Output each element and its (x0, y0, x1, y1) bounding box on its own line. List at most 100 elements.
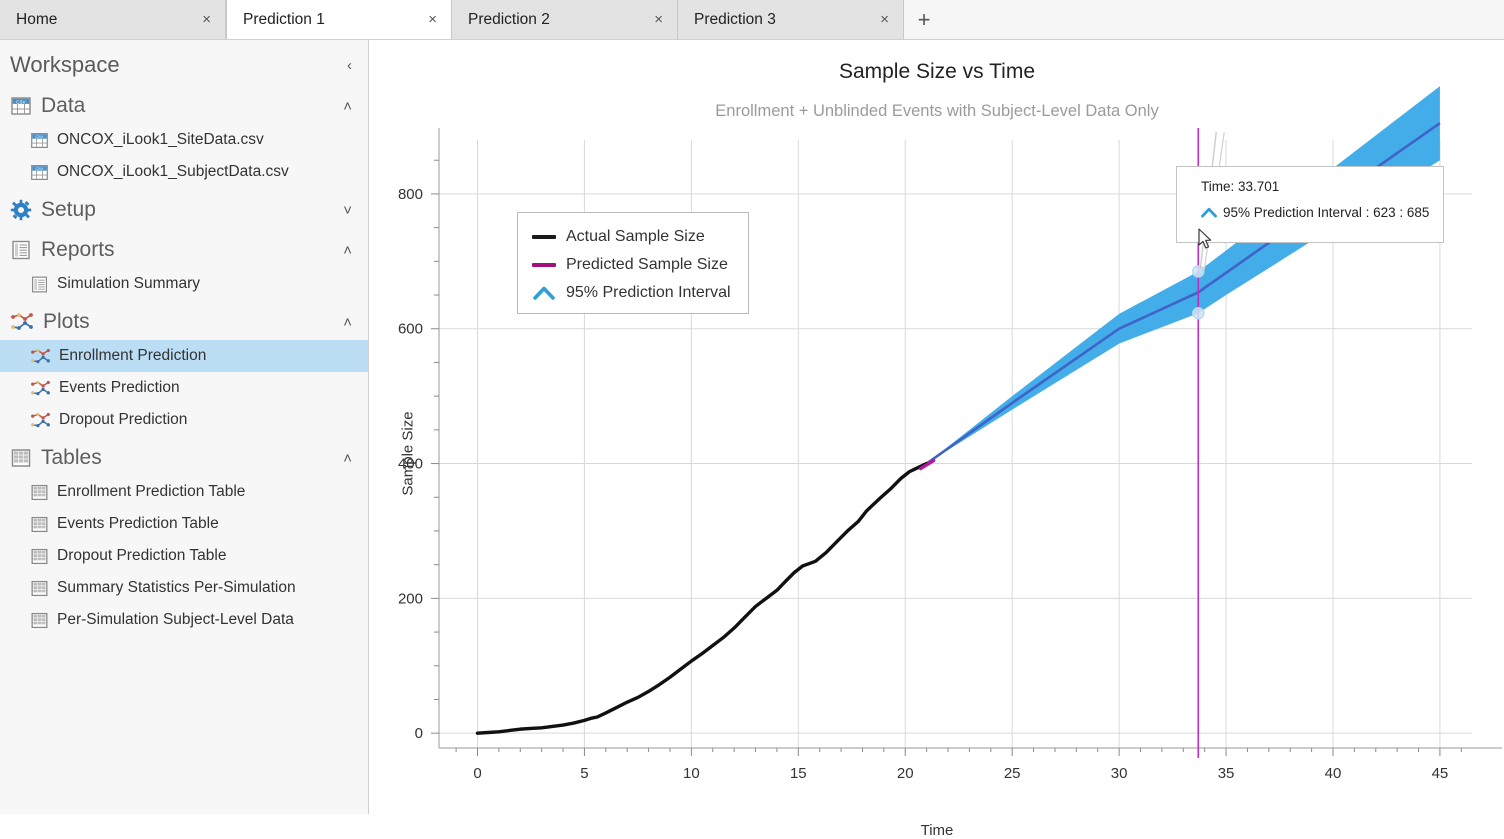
sidebar-item-label: Per-Simulation Subject-Level Data (57, 611, 294, 629)
tab-label: Prediction 2 (468, 11, 550, 29)
chevron-down-icon[interactable]: ˅ (343, 203, 352, 218)
plot-icon (30, 347, 51, 366)
sidebar-group-plots[interactable]: Plots ˄ (0, 304, 368, 340)
sidebar-item-summary-statistics-per-simulation[interactable]: Summary Statistics Per-Simulation (0, 572, 368, 604)
plot-icon (10, 311, 34, 333)
legend-label: Predicted Sample Size (566, 256, 728, 274)
chevron-up-icon[interactable]: ˄ (343, 315, 352, 330)
svg-text:15: 15 (790, 765, 807, 782)
workspace-title: Workspace (10, 52, 120, 78)
sidebar-item-simulation-summary[interactable]: Simulation Summary (0, 268, 368, 300)
table-icon (30, 579, 49, 598)
close-icon[interactable]: × (880, 12, 889, 27)
gear-icon (10, 199, 32, 221)
svg-text:0: 0 (473, 765, 481, 782)
tab-home[interactable]: Home × (0, 0, 226, 39)
legend-item-actual: Actual Sample Size (532, 223, 736, 251)
sidebar-item-label: Events Prediction Table (57, 515, 219, 533)
collapse-sidebar-icon[interactable]: ‹ (347, 58, 352, 73)
table-icon (30, 547, 49, 566)
table-icon (30, 515, 49, 534)
csv-icon: CSV (30, 131, 49, 150)
chevron-up-icon[interactable]: ˄ (343, 451, 352, 466)
table-icon (30, 483, 49, 502)
caret-up-icon (532, 286, 556, 300)
tab-label: Home (16, 11, 57, 29)
sidebar-item-dropout-prediction-table[interactable]: Dropout Prediction Table (0, 540, 368, 572)
legend-label: Actual Sample Size (566, 228, 705, 246)
sidebar-group-label: Plots (43, 310, 90, 334)
tab-prediction-1[interactable]: Prediction 1 × (226, 0, 452, 39)
sidebar-item-per-simulation-subject-level-data[interactable]: Per-Simulation Subject-Level Data (0, 604, 368, 636)
table-icon (30, 611, 49, 630)
workspace-header: Workspace ‹ (0, 40, 368, 88)
chevron-up-icon[interactable]: ˄ (343, 243, 352, 258)
sidebar-item-events-prediction-table[interactable]: Events Prediction Table (0, 508, 368, 540)
chart-plot[interactable]: 0510152025303540450200400600800 (370, 40, 1504, 814)
svg-text:30: 30 (1111, 765, 1128, 782)
sidebar-item-label: ONCOX_iLook1_SubjectData.csv (57, 163, 289, 181)
tab-prediction-2[interactable]: Prediction 2 × (452, 0, 678, 39)
csv-icon: CSV (10, 95, 32, 117)
tab-prediction-3[interactable]: Prediction 3 × (678, 0, 904, 39)
x-axis-label: Time (370, 822, 1504, 839)
sidebar-item-dropout-prediction[interactable]: Dropout Prediction (0, 404, 368, 436)
legend-item-interval: 95% Prediction Interval (532, 279, 736, 307)
y-axis-label: Sample Size (400, 394, 417, 514)
report-icon (10, 239, 32, 261)
sidebar-item-label: Summary Statistics Per-Simulation (57, 579, 296, 597)
svg-text:45: 45 (1432, 765, 1449, 782)
sidebar-item-subjectdata-csv[interactable]: CSV ONCOX_iLook1_SubjectData.csv (0, 156, 368, 188)
svg-text:CSV: CSV (35, 134, 44, 139)
csv-icon: CSV (30, 163, 49, 182)
chart-tooltip: Time: 33.701 95% Prediction Interval : 6… (1176, 166, 1444, 243)
svg-text:200: 200 (398, 590, 423, 607)
chart-panel: Sample Size vs Time Enrollment + Unblind… (370, 40, 1504, 814)
sidebar-item-label: Enrollment Prediction Table (57, 483, 245, 501)
sidebar-item-label: Dropout Prediction Table (57, 547, 226, 565)
chevron-up-icon[interactable]: ˄ (343, 99, 352, 114)
sidebar-group-label: Reports (41, 238, 115, 262)
legend-label: 95% Prediction Interval (566, 284, 731, 302)
svg-text:5: 5 (580, 765, 588, 782)
sidebar-item-events-prediction[interactable]: Events Prediction (0, 372, 368, 404)
svg-text:CSV: CSV (16, 99, 26, 104)
tooltip-interval-text: 95% Prediction Interval : 623 : 685 (1223, 205, 1429, 220)
plot-icon (30, 379, 51, 398)
tooltip-time: Time: 33.701 (1201, 179, 1443, 194)
sidebar-item-label: Events Prediction (59, 379, 180, 397)
sidebar-item-label: ONCOX_iLook1_SiteData.csv (57, 131, 264, 149)
sidebar-group-label: Data (41, 94, 85, 118)
sidebar-group-data[interactable]: CSV Data ˄ (0, 88, 368, 124)
legend-swatch-line (532, 235, 556, 239)
svg-text:40: 40 (1325, 765, 1342, 782)
tooltip-interval-row: 95% Prediction Interval : 623 : 685 (1201, 205, 1443, 220)
svg-text:10: 10 (683, 765, 700, 782)
svg-text:CSV: CSV (35, 166, 44, 171)
tab-bar: Home × Prediction 1 × Prediction 2 × Pre… (0, 0, 1504, 40)
sidebar-group-setup[interactable]: Setup ˅ (0, 192, 368, 228)
sidebar-item-enrollment-prediction-table[interactable]: Enrollment Prediction Table (0, 476, 368, 508)
close-icon[interactable]: × (428, 12, 437, 27)
workspace-sidebar: Workspace ‹ CSV Data ˄ C (0, 40, 369, 814)
table-icon (10, 447, 32, 469)
plot-icon (30, 411, 51, 430)
legend-swatch-line (532, 263, 556, 267)
sidebar-group-tables[interactable]: Tables ˄ (0, 440, 368, 476)
caret-up-icon (1201, 207, 1217, 218)
sidebar-item-label: Simulation Summary (57, 275, 200, 293)
close-icon[interactable]: × (202, 12, 211, 27)
sidebar-item-sitedata-csv[interactable]: CSV ONCOX_iLook1_SiteData.csv (0, 124, 368, 156)
sidebar-item-label: Dropout Prediction (59, 411, 187, 429)
close-icon[interactable]: × (654, 12, 663, 27)
svg-text:800: 800 (398, 186, 423, 203)
report-icon (30, 275, 49, 294)
legend-item-predicted: Predicted Sample Size (532, 251, 736, 279)
new-tab-button[interactable]: + (904, 0, 944, 39)
sidebar-item-enrollment-prediction[interactable]: Enrollment Prediction (0, 340, 368, 372)
tab-label: Prediction 1 (243, 11, 325, 29)
sidebar-group-reports[interactable]: Reports ˄ (0, 232, 368, 268)
chart-legend: Actual Sample Size Predicted Sample Size… (517, 212, 749, 314)
svg-text:600: 600 (398, 321, 423, 338)
sidebar-item-label: Enrollment Prediction (59, 347, 206, 365)
